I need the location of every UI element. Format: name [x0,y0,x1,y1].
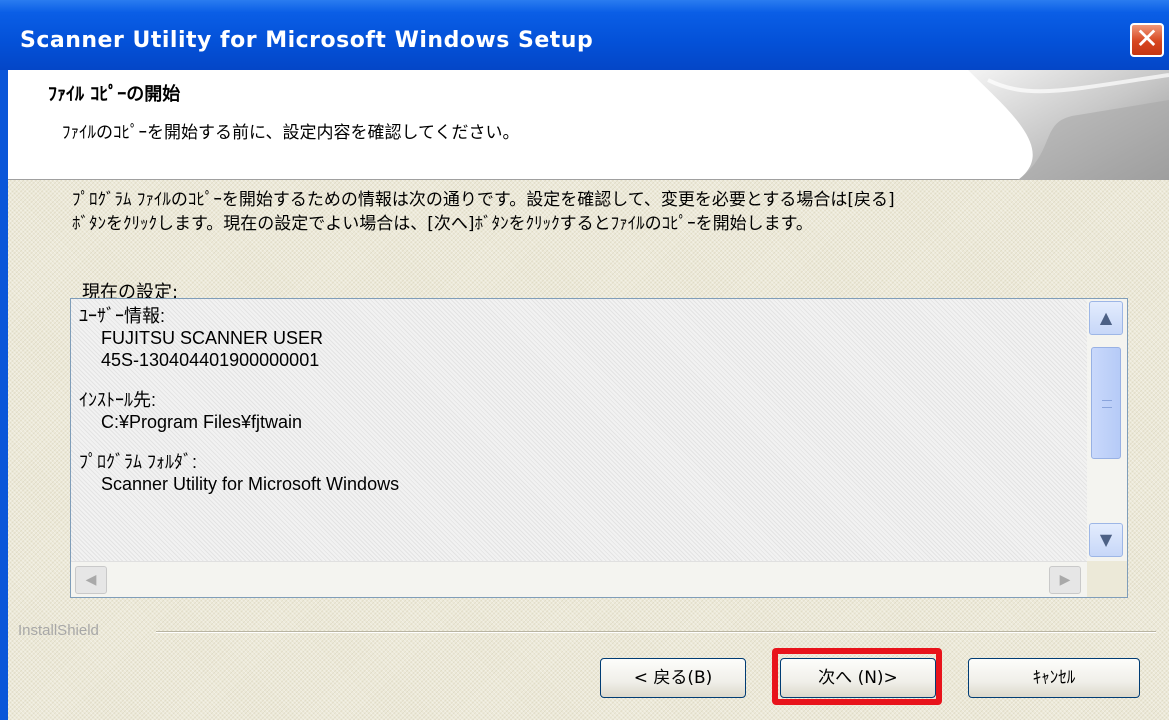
settings-content: ﾕｰｻﾞｰ情報: FUJITSU SCANNER USER 45S-130404… [71,299,1087,561]
serial-value: 45S-130404401900000001 [101,350,320,370]
setup-window: Scanner Utility for Microsoft Windows Se… [0,0,1169,720]
page-subtitle: ﾌｧｲﾙのｺﾋﾟｰを開始する前に、設定内容を確認してください。 [62,123,520,143]
scroll-left-icon[interactable]: ◀ [75,566,107,594]
next-button-highlight [772,648,942,705]
dialog-header: ﾌｧｲﾙ ｺﾋﾟｰの開始 ﾌｧｲﾙのｺﾋﾟｰを開始する前に、設定内容を確認してく… [8,70,1169,180]
scroll-up-icon[interactable]: ▲ [1089,301,1123,335]
description-text: ﾌﾟﾛｸﾞﾗﾑ ﾌｧｲﾙのｺﾋﾟｰを開始するための情報は次の通りです。設定を確認… [72,188,1152,236]
description-line-1: ﾌﾟﾛｸﾞﾗﾑ ﾌｧｲﾙのｺﾋﾟｰを開始するための情報は次の通りです。設定を確認… [72,190,895,210]
title-bar[interactable]: Scanner Utility for Microsoft Windows Se… [0,0,1169,70]
vertical-scrollbar[interactable]: ▲ ▼ [1087,299,1127,561]
horizontal-scrollbar[interactable]: ◀ ▶ [71,561,1087,597]
page-title: ﾌｧｲﾙ ｺﾋﾟｰの開始 [48,84,181,105]
install-destination-heading: ｲﾝｽﾄｰﾙ先: [79,390,157,410]
user-info-heading: ﾕｰｻﾞｰ情報: [79,306,166,326]
scroll-thumb[interactable] [1091,347,1121,459]
header-graphic [948,70,1169,180]
dialog-client: ﾌｧｲﾙ ｺﾋﾟｰの開始 ﾌｧｲﾙのｺﾋﾟｰを開始する前に、設定内容を確認してく… [8,70,1169,720]
window-title: Scanner Utility for Microsoft Windows Se… [20,28,594,53]
install-path-value: C:¥Program Files¥fjtwain [101,412,303,432]
scroll-grip-icon [1102,400,1112,408]
scroll-right-icon[interactable]: ▶ [1049,566,1081,594]
program-folder-heading: ﾌﾟﾛｸﾞﾗﾑ ﾌｫﾙﾀﾞ: [79,452,198,472]
back-button[interactable]: < 戻る(B) [600,658,746,698]
installshield-brand: InstallShield [18,622,99,639]
cancel-button[interactable]: ｷｬﾝｾﾙ [968,658,1140,698]
user-name-value: FUJITSU SCANNER USER [101,328,324,348]
scroll-down-icon[interactable]: ▼ [1089,523,1123,557]
close-icon[interactable]: ✕ [1130,23,1164,57]
footer-divider [156,631,1156,633]
settings-textbox[interactable]: ﾕｰｻﾞｰ情報: FUJITSU SCANNER USER 45S-130404… [70,298,1128,598]
scrollbar-corner [1087,561,1127,597]
description-line-2: ﾎﾞﾀﾝをｸﾘｯｸします。現在の設定でよい場合は、[次へ]ﾎﾞﾀﾝをｸﾘｯｸする… [72,214,813,234]
program-folder-value: Scanner Utility for Microsoft Windows [101,474,400,494]
